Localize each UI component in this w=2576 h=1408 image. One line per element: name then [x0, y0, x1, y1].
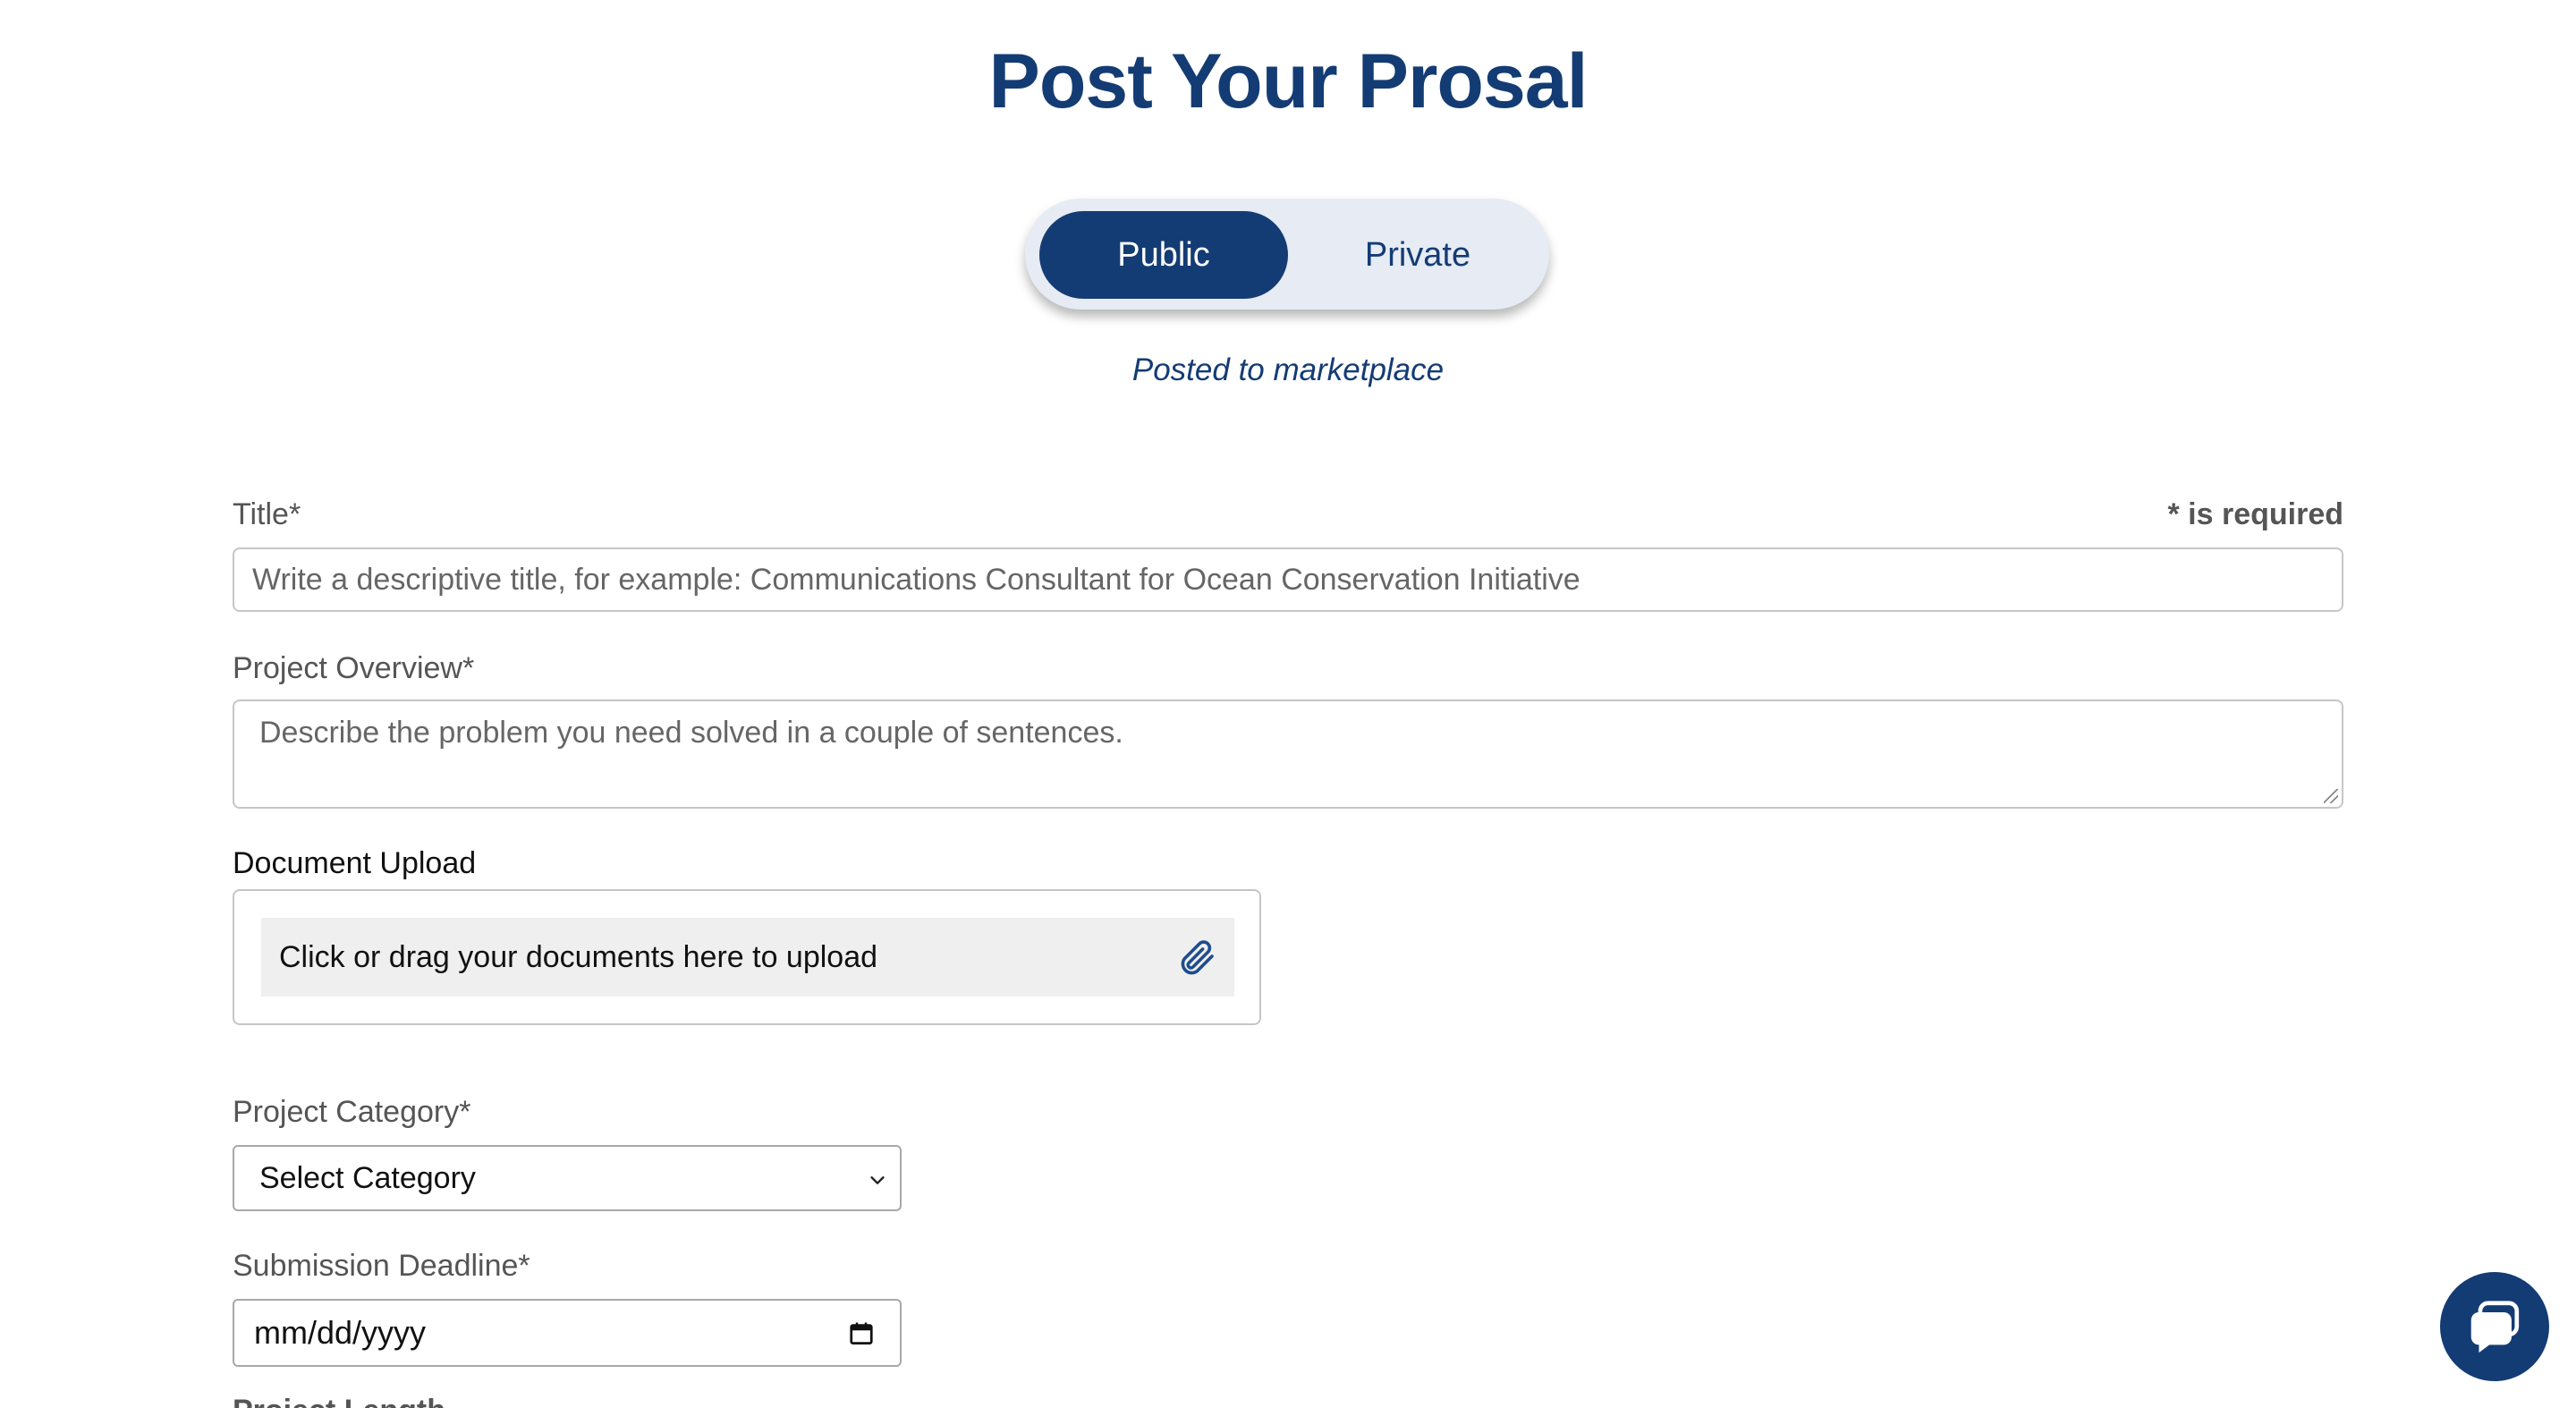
deadline-label: Submission Deadline*	[233, 1249, 530, 1283]
document-upload: Click or drag your documents here to upl…	[233, 889, 1261, 1025]
required-note: * is required	[2167, 497, 2343, 531]
overview-placeholder: Describe the problem you need solved in …	[259, 716, 1123, 750]
deadline-value: mm/dd/yyyy	[254, 1314, 427, 1351]
overview-textarea[interactable]: Describe the problem you need solved in …	[233, 700, 2343, 809]
page: Post Your Prosal Public Private Posted t…	[0, 0, 2576, 1408]
upload-prompt: Click or drag your documents here to upl…	[279, 939, 878, 974]
upload-dropzone[interactable]: Click or drag your documents here to upl…	[261, 918, 1234, 997]
paperclip-icon	[1181, 940, 1214, 975]
title-label: Title*	[233, 497, 301, 531]
public-option-button[interactable]: Public	[1039, 211, 1288, 299]
title-placeholder: Write a descriptive title, for example: …	[252, 562, 1580, 597]
deadline-date-input[interactable]: mm/dd/yyyy	[233, 1299, 902, 1367]
length-label: Project Length	[233, 1394, 445, 1408]
page-title: Post Your Prosal	[988, 38, 1588, 124]
visibility-caption: Posted to marketplace	[1131, 352, 1445, 387]
category-label: Project Category*	[233, 1095, 471, 1129]
visibility-toggle[interactable]: Public Private	[1025, 199, 1549, 310]
upload-label: Document Upload	[233, 846, 477, 880]
chevron-down-icon	[870, 1176, 885, 1184]
category-selected-value: Select Category	[259, 1160, 476, 1195]
chat-bubble-icon	[2470, 1301, 2520, 1353]
private-option-button[interactable]: Private	[1297, 211, 1538, 299]
calendar-icon[interactable]	[848, 1320, 875, 1347]
category-select[interactable]: Select Category	[233, 1145, 902, 1211]
title-input[interactable]: Write a descriptive title, for example: …	[233, 547, 2343, 612]
overview-label: Project Overview*	[233, 651, 475, 685]
chat-button[interactable]	[2440, 1272, 2549, 1381]
resize-handle[interactable]	[2324, 789, 2338, 803]
